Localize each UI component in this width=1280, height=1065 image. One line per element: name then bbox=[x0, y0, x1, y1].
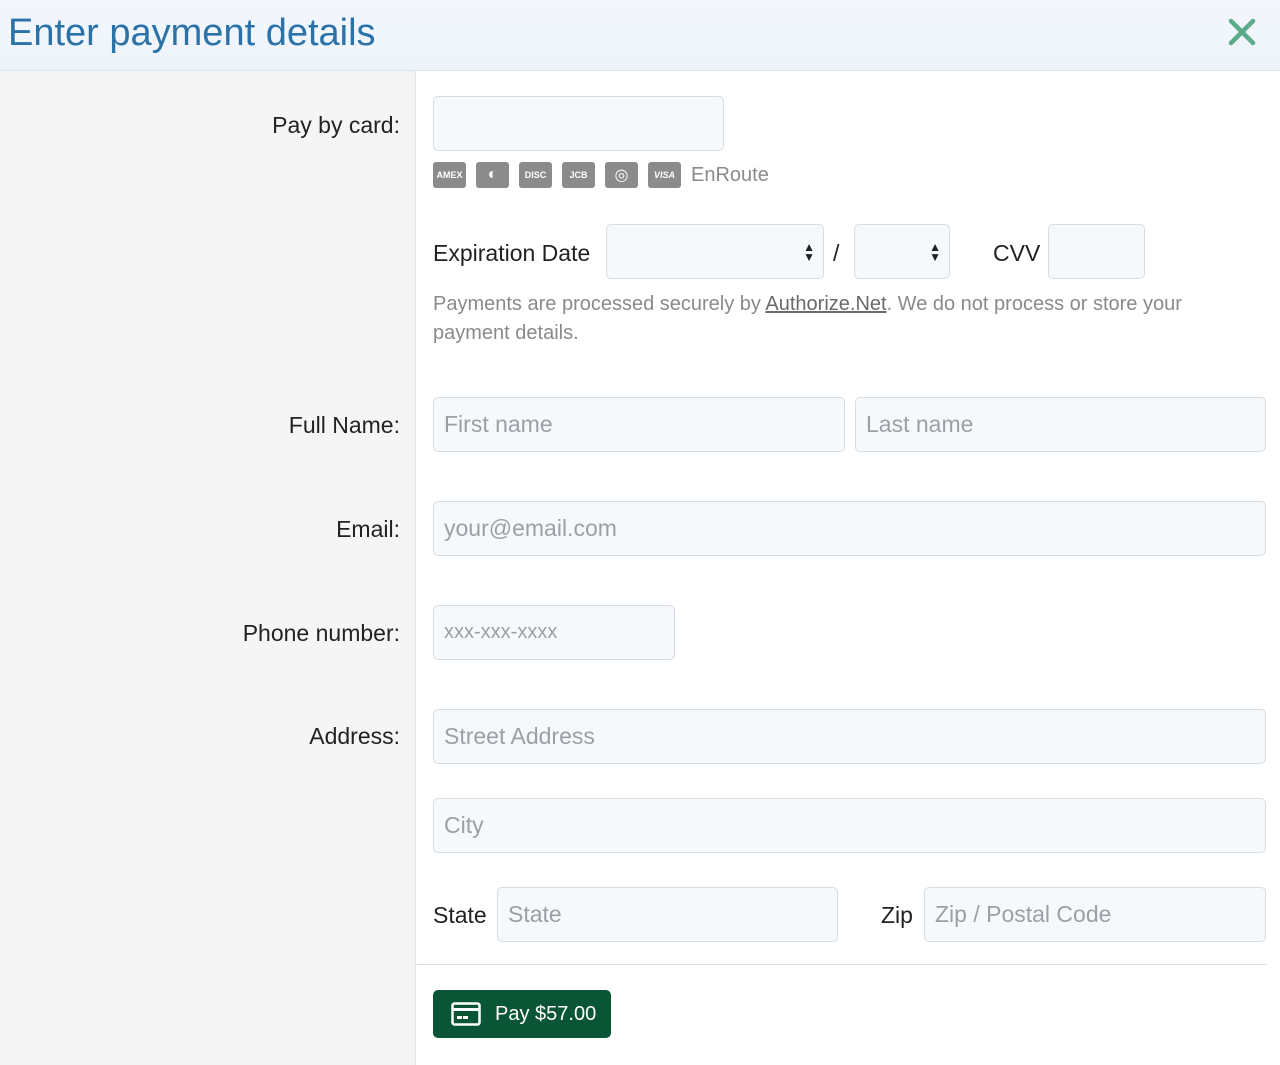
email-input[interactable] bbox=[433, 501, 1266, 556]
note-prefix: Payments are processed securely by bbox=[433, 293, 766, 315]
enroute-label: EnRoute bbox=[691, 163, 769, 186]
zip-input[interactable] bbox=[924, 887, 1266, 942]
expiration-month-select[interactable]: ▲ ▼ bbox=[606, 224, 824, 279]
discover-icon: DISC bbox=[519, 162, 552, 188]
pay-button[interactable]: Pay $57.00 bbox=[433, 990, 611, 1038]
zip-label: Zip bbox=[881, 902, 913, 928]
street-address-input[interactable] bbox=[433, 709, 1266, 764]
card-number-input[interactable] bbox=[433, 96, 724, 151]
credit-card-icon bbox=[451, 1002, 481, 1026]
pay-button-label: Pay $57.00 bbox=[495, 1002, 597, 1025]
full-name-label: Full Name: bbox=[288, 412, 400, 438]
expiration-year-select[interactable]: ▲ ▼ bbox=[854, 224, 950, 279]
select-arrows-icon: ▲ ▼ bbox=[803, 240, 815, 264]
phone-label: Phone number: bbox=[242, 620, 400, 646]
dialog-title: Enter payment details bbox=[8, 12, 376, 54]
security-note: Payments are processed securely by Autho… bbox=[433, 290, 1253, 348]
state-label: State bbox=[433, 902, 487, 928]
visa-icon: VISA bbox=[648, 162, 681, 188]
email-label: Email: bbox=[336, 516, 400, 542]
phone-input[interactable] bbox=[433, 605, 675, 660]
diners-icon: ◐ bbox=[476, 162, 509, 188]
first-name-input[interactable] bbox=[433, 397, 845, 452]
jcb-icon: JCB bbox=[562, 162, 595, 188]
cvv-label: CVV bbox=[993, 240, 1041, 266]
address-label: Address: bbox=[309, 723, 400, 749]
divider bbox=[417, 964, 1267, 965]
date-separator: / bbox=[833, 240, 840, 266]
last-name-input[interactable] bbox=[855, 397, 1266, 452]
authorize-net-link[interactable]: Authorize.Net bbox=[765, 293, 886, 315]
state-input[interactable] bbox=[497, 887, 838, 942]
mastercard-icon: ◎ bbox=[605, 162, 638, 188]
expiration-date-label: Expiration Date bbox=[433, 240, 591, 266]
select-arrows-icon: ▲ ▼ bbox=[929, 240, 941, 264]
card-brands: AMEX ◐ DISC JCB ◎ VISA EnRoute bbox=[433, 162, 769, 188]
label-column bbox=[0, 71, 416, 1065]
pay-by-card-label: Pay by card: bbox=[272, 112, 400, 138]
city-input[interactable] bbox=[433, 798, 1266, 853]
dialog-header: Enter payment details bbox=[0, 0, 1280, 71]
close-icon[interactable] bbox=[1224, 14, 1260, 50]
amex-icon: AMEX bbox=[433, 162, 466, 188]
cvv-input[interactable] bbox=[1048, 224, 1145, 279]
